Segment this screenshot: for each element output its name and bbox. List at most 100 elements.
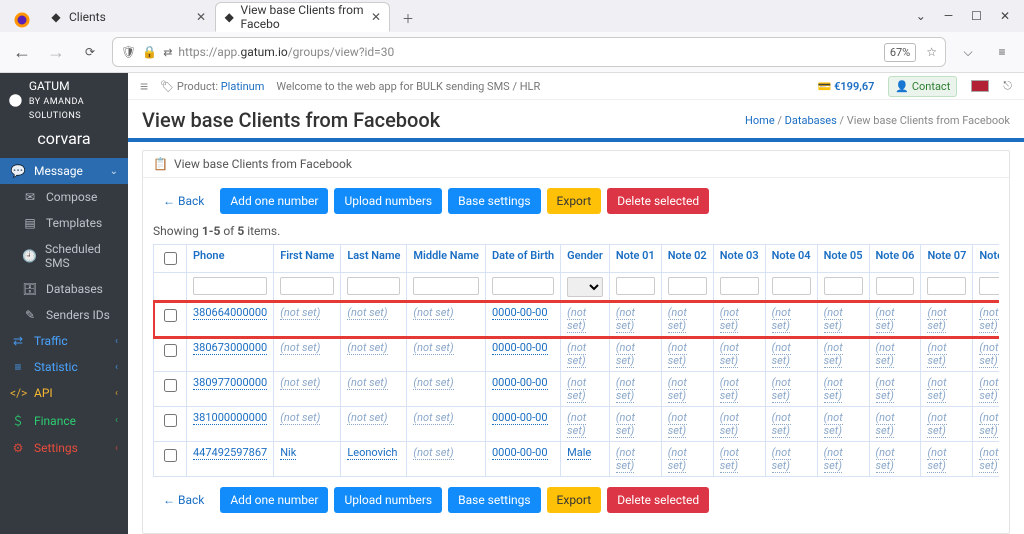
col-middle-name[interactable]: Middle Name	[407, 245, 486, 273]
zoom-level[interactable]: 67%	[884, 43, 916, 62]
row-checkbox[interactable]	[164, 309, 177, 322]
filter-gender[interactable]	[567, 277, 603, 297]
filter-note04[interactable]	[772, 277, 811, 295]
sidebar-item-message[interactable]: 💬 Message ⌄	[0, 158, 128, 184]
filter-note01[interactable]	[616, 277, 655, 295]
col-note03[interactable]: Note 03	[713, 245, 765, 273]
col-note02[interactable]: Note 02	[661, 245, 713, 273]
filter-phone[interactable]	[193, 277, 267, 295]
col-note08[interactable]: Note 08	[973, 245, 999, 273]
col-gender[interactable]: Gender	[561, 245, 610, 273]
add-one-button[interactable]: Add one number	[220, 487, 328, 513]
cell-value: (not set)	[616, 306, 635, 333]
sidebar-item-templates[interactable]: ▤Templates	[12, 210, 128, 236]
col-dob[interactable]: Date of Birth	[485, 245, 560, 273]
filter-note08[interactable]	[979, 277, 999, 295]
filter-note05[interactable]	[824, 277, 863, 295]
new-tab-button[interactable]: ＋	[394, 4, 422, 32]
row-checkbox[interactable]	[164, 414, 177, 427]
hamburger-icon[interactable]: ≡	[140, 78, 148, 95]
filter-last-name[interactable]	[347, 277, 400, 295]
filter-note02[interactable]	[668, 277, 707, 295]
upload-button[interactable]: Upload numbers	[334, 487, 442, 513]
chevron-down-icon[interactable]: ⌄	[916, 9, 926, 23]
pocket-icon[interactable]: ⌵	[956, 40, 980, 64]
crumb-home[interactable]: Home	[745, 114, 775, 127]
col-note05[interactable]: Note 05	[817, 245, 869, 273]
back-icon[interactable]: ←	[10, 40, 34, 64]
cell-value[interactable]: 380977000000	[193, 376, 267, 390]
cell-value[interactable]: Nik	[280, 446, 296, 460]
filter-note03[interactable]	[720, 277, 759, 295]
filter-note06[interactable]	[876, 277, 915, 295]
upload-button[interactable]: Upload numbers	[334, 188, 442, 214]
crumb-databases[interactable]: Databases	[785, 114, 837, 127]
reload-icon[interactable]: ⟳	[78, 40, 102, 64]
table-wrapper[interactable]: Phone First Name Last Name Middle Name D…	[153, 244, 999, 477]
close-icon[interactable]: ✕	[371, 10, 381, 24]
col-note01[interactable]: Note 01	[609, 245, 661, 273]
col-first-name[interactable]: First Name	[274, 245, 341, 273]
col-note06[interactable]: Note 06	[869, 245, 921, 273]
cell-value[interactable]: 380673000000	[193, 341, 267, 355]
url-bar[interactable]: 🛡 🔒 ⇄ https://app.gatum.io/groups/view?i…	[112, 37, 946, 67]
cell-value[interactable]: 0000-00-00	[492, 341, 548, 355]
close-window-icon[interactable]: ✕	[1000, 9, 1010, 23]
row-checkbox[interactable]	[164, 379, 177, 392]
cell-value[interactable]: 0000-00-00	[492, 376, 548, 390]
cell-value[interactable]: 381000000000	[193, 411, 267, 425]
cell-value[interactable]: Leonovich	[347, 446, 397, 460]
export-button[interactable]: Export	[547, 188, 602, 214]
close-icon[interactable]: ✕	[196, 10, 206, 24]
add-one-button[interactable]: Add one number	[220, 188, 328, 214]
contact-button[interactable]: 👤 Contact	[888, 76, 957, 97]
bookmark-icon[interactable]: ☆	[926, 45, 937, 59]
sidebar-item-traffic[interactable]: ⇄Traffic‹	[0, 328, 128, 354]
col-note04[interactable]: Note 04	[765, 245, 817, 273]
sidebar-item-statistic[interactable]: ≡Statistic‹	[0, 354, 128, 380]
delete-selected-button[interactable]: Delete selected	[607, 188, 709, 214]
browser-tab-0[interactable]: ◆ Clients ✕	[40, 2, 215, 32]
filter-middle-name[interactable]	[413, 277, 479, 295]
base-settings-button[interactable]: Base settings	[448, 487, 540, 513]
cell-value: (not set)	[720, 341, 739, 368]
filter-note07[interactable]	[927, 277, 966, 295]
row-checkbox[interactable]	[164, 449, 177, 462]
cell-value[interactable]: 0000-00-00	[492, 411, 548, 425]
row-checkbox[interactable]	[164, 344, 177, 357]
sidebar-item-databases[interactable]: 🗄Databases	[12, 276, 128, 302]
logout-icon[interactable]: ⎋	[1003, 79, 1012, 93]
delete-selected-button[interactable]: Delete selected	[607, 487, 709, 513]
cell-value[interactable]: Male	[567, 446, 591, 460]
col-last-name[interactable]: Last Name	[341, 245, 407, 273]
base-settings-button[interactable]: Base settings	[448, 188, 540, 214]
cell-value[interactable]: 447492597867	[193, 446, 267, 460]
product-name[interactable]: Platinum	[221, 80, 265, 93]
menu-icon[interactable]: ≡	[990, 40, 1014, 64]
flag-icon[interactable]	[971, 80, 989, 92]
cell-value[interactable]: 0000-00-00	[492, 446, 548, 460]
sidebar-item-scheduled[interactable]: 🕘Scheduled SMS	[12, 236, 128, 276]
sidebar-item-api[interactable]: </>API‹	[0, 380, 128, 406]
select-all-checkbox[interactable]	[164, 252, 177, 265]
filter-first-name[interactable]	[280, 277, 334, 295]
cell-value: (not set)	[720, 376, 739, 403]
maximize-icon[interactable]: ☐	[971, 9, 982, 23]
back-button[interactable]: ← Back	[153, 188, 214, 214]
cell-value[interactable]: 0000-00-00	[492, 306, 548, 320]
back-button[interactable]: ← Back	[153, 487, 214, 513]
template-icon: ▤	[22, 216, 38, 230]
forward-icon[interactable]: →	[44, 40, 68, 64]
balance[interactable]: 💳 €199,67	[818, 80, 875, 93]
minimize-icon[interactable]: —	[944, 9, 953, 23]
col-note07[interactable]: Note 07	[921, 245, 973, 273]
cell-value[interactable]: 380664000000	[193, 306, 267, 320]
sidebar-item-compose[interactable]: ✉Compose	[12, 184, 128, 210]
sidebar-item-settings[interactable]: ⚙Settings‹	[0, 435, 128, 461]
sidebar-item-finance[interactable]: ＄Finance‹	[0, 406, 128, 435]
export-button[interactable]: Export	[547, 487, 602, 513]
sidebar-item-senders[interactable]: ✎Senders IDs	[12, 302, 128, 328]
filter-dob[interactable]	[492, 277, 554, 295]
browser-tab-1[interactable]: ◆ View base Clients from Facebo ✕	[215, 2, 390, 32]
col-phone[interactable]: Phone	[187, 245, 274, 273]
